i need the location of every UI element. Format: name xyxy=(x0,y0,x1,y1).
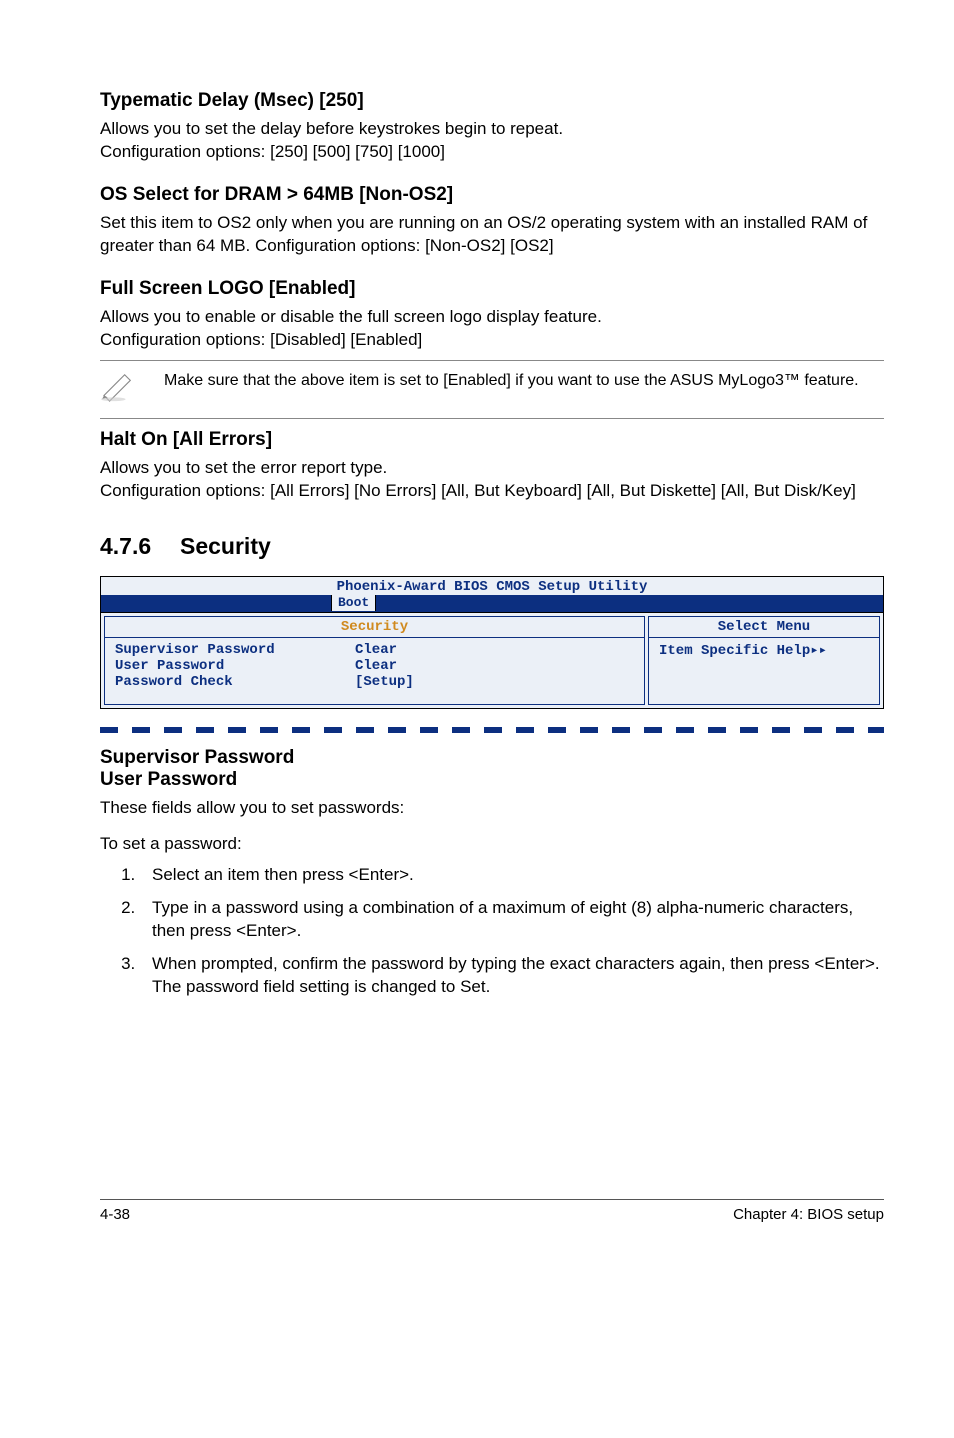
bios-key: Password Check xyxy=(115,674,355,690)
bios-row: User Password Clear xyxy=(115,658,634,674)
heading-security-section: 4.7.6Security xyxy=(100,533,884,560)
heading-user-password: User Password xyxy=(100,769,884,791)
body-text: Allows you to set the error report type.… xyxy=(100,457,884,503)
bios-dashes xyxy=(100,727,884,733)
bios-right-pane: Select Menu Item Specific Help▸▸ xyxy=(648,616,880,705)
footer-chapter: Chapter 4: BIOS setup xyxy=(733,1206,884,1223)
note-text: Make sure that the above item is set to … xyxy=(164,371,884,392)
bios-left-content: Supervisor Password Clear User Password … xyxy=(105,638,644,704)
list-item: Select an item then press <Enter>. xyxy=(140,864,884,887)
section-title: Security xyxy=(180,533,271,559)
body-text: Allows you to enable or disable the full… xyxy=(100,306,884,352)
bios-row: Password Check [Setup] xyxy=(115,674,634,690)
list-item: Type in a password using a combination o… xyxy=(140,897,884,943)
pencil-icon xyxy=(100,371,138,408)
bios-row: Supervisor Password Clear xyxy=(115,642,634,658)
bios-key: User Password xyxy=(115,658,355,674)
body-text: These fields allow you to set passwords: xyxy=(100,797,884,820)
bios-left-header: Security xyxy=(105,617,644,638)
heading-os-select: OS Select for DRAM > 64MB [Non-OS2] xyxy=(100,184,884,206)
bios-value: Clear xyxy=(355,658,397,674)
divider xyxy=(100,418,884,419)
body-text: Allows you to set the delay before keyst… xyxy=(100,118,884,164)
bios-left-pane: Security Supervisor Password Clear User … xyxy=(104,616,645,705)
text-line: Configuration options: [Disabled] [Enabl… xyxy=(100,330,422,349)
bios-value: Clear xyxy=(355,642,397,658)
text-line: Allows you to set the error report type. xyxy=(100,458,387,477)
heading-typematic-delay: Typematic Delay (Msec) [250] xyxy=(100,90,884,112)
divider xyxy=(100,360,884,361)
text-line: Allows you to set the delay before keyst… xyxy=(100,119,563,138)
section-number: 4.7.6 xyxy=(100,533,180,560)
bios-key: Supervisor Password xyxy=(115,642,355,658)
bios-panel: Phoenix-Award BIOS CMOS Setup Utility Bo… xyxy=(100,576,884,709)
bios-right-content: Item Specific Help▸▸ xyxy=(649,638,879,673)
page-footer: 4-38 Chapter 4: BIOS setup xyxy=(100,1199,884,1223)
text-line: Configuration options: [All Errors] [No … xyxy=(100,481,856,500)
bios-tabbar: Boot xyxy=(101,595,883,612)
bios-value: [Setup] xyxy=(355,674,414,690)
bios-tab-boot: Boot xyxy=(331,595,376,611)
steps-list: Select an item then press <Enter>. Type … xyxy=(100,864,884,999)
heading-supervisor-password: Supervisor Password xyxy=(100,747,884,769)
heading-full-screen-logo: Full Screen LOGO [Enabled] xyxy=(100,278,884,300)
bios-title: Phoenix-Award BIOS CMOS Setup Utility xyxy=(101,577,883,595)
note-block: Make sure that the above item is set to … xyxy=(100,367,884,412)
heading-halt-on: Halt On [All Errors] xyxy=(100,429,884,451)
text-line: Configuration options: [250] [500] [750]… xyxy=(100,142,445,161)
text-line: Allows you to enable or disable the full… xyxy=(100,307,602,326)
footer-page-number: 4-38 xyxy=(100,1206,130,1223)
body-text: To set a password: xyxy=(100,833,884,856)
bios-right-header: Select Menu xyxy=(649,617,879,638)
list-item: When prompted, confirm the password by t… xyxy=(140,953,884,999)
body-text: Set this item to OS2 only when you are r… xyxy=(100,212,884,258)
